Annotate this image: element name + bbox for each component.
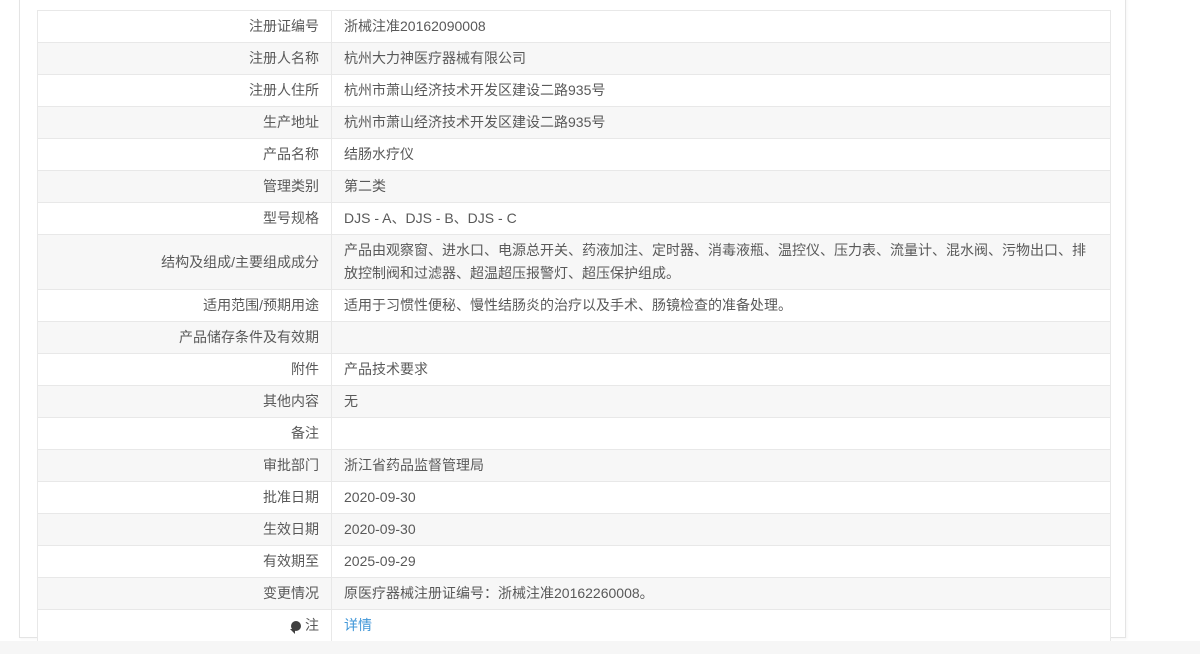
row-value: 结肠水疗仪 <box>331 138 1111 171</box>
row-value: 杭州大力神医疗器械有限公司 <box>331 42 1111 75</box>
table-row: 变更情况 原医疗器械注册证编号：浙械注准20162260008。 <box>37 577 1111 610</box>
page-bottom-strip <box>0 641 1200 654</box>
row-label: 注册证编号 <box>37 10 332 43</box>
table-row: 批准日期 2020-09-30 <box>37 481 1111 514</box>
row-label: 有效期至 <box>37 545 332 578</box>
page: 注册证编号 浙械注准20162090008 注册人名称 杭州大力神医疗器械有限公司 注册… <box>0 0 1200 654</box>
table-row: 注册人住所 杭州市萧山经济技术开发区建设二路935号 <box>37 74 1111 107</box>
row-value: 原医疗器械注册证编号：浙械注准20162260008。 <box>331 577 1111 610</box>
table-row: 注册证编号 浙械注准20162090008 <box>37 10 1111 43</box>
row-value: DJS - A、DJS - B、DJS - C <box>331 202 1111 235</box>
row-value: 2020-09-30 <box>331 513 1111 546</box>
row-value <box>331 321 1111 354</box>
table-row: 备注 <box>37 417 1111 450</box>
table-row: 其他内容无 <box>37 385 1111 418</box>
detail-link[interactable]: 详情 <box>344 617 372 633</box>
row-value: 第二类 <box>331 170 1111 203</box>
table-row: 注 详情 <box>37 609 1111 642</box>
table-row: 产品名称 结肠水疗仪 <box>37 138 1111 171</box>
row-value: 无 <box>331 385 1111 418</box>
row-label: 变更情况 <box>37 577 332 610</box>
note-balloon-icon <box>290 621 301 634</box>
row-value: 详情 <box>331 609 1111 642</box>
row-value: 2020-09-30 <box>331 481 1111 514</box>
table-row: 生产地址 杭州市萧山经济技术开发区建设二路935号 <box>37 106 1111 139</box>
row-label: 注册人住所 <box>37 74 332 107</box>
row-label: 备注 <box>37 417 332 450</box>
table-row: 附件 产品技术要求 <box>37 353 1111 386</box>
table-row: 型号规格 DJS - A、DJS - B、DJS - C <box>37 202 1111 235</box>
table-row: 有效期至 2025-09-29 <box>37 545 1111 578</box>
row-label: 生产地址 <box>37 106 332 139</box>
row-value: 产品由观察窗、进水口、电源总开关、药液加注、定时器、消毒液瓶、温控仪、压力表、流… <box>331 234 1111 290</box>
row-label: 型号规格 <box>37 202 332 235</box>
table-row: 管理类别 第二类 <box>37 170 1111 203</box>
row-value: 浙江省药品监督管理局 <box>331 449 1111 482</box>
row-label: 结构及组成/主要组成成分 <box>37 234 332 290</box>
row-label: 注 <box>37 609 332 642</box>
row-label: 产品名称 <box>37 138 332 171</box>
row-label: 产品储存条件及有效期 <box>37 321 332 354</box>
row-label: 适用范围/预期用途 <box>37 289 332 322</box>
row-label-text: 注 <box>305 617 319 633</box>
table-body: 注册证编号 浙械注准20162090008 注册人名称 杭州大力神医疗器械有限公司 注册… <box>37 10 1111 642</box>
row-label: 附件 <box>37 353 332 386</box>
row-label: 管理类别 <box>37 170 332 203</box>
registration-info-table: 注册证编号 浙械注准20162090008 注册人名称 杭州大力神医疗器械有限公司 注册… <box>37 10 1111 642</box>
table-row: 产品储存条件及有效期 <box>37 321 1111 354</box>
row-value: 产品技术要求 <box>331 353 1111 386</box>
row-label: 生效日期 <box>37 513 332 546</box>
row-value: 2025-09-29 <box>331 545 1111 578</box>
table-row: 生效日期 2020-09-30 <box>37 513 1111 546</box>
row-value: 杭州市萧山经济技术开发区建设二路935号 <box>331 74 1111 107</box>
row-label: 注册人名称 <box>37 42 332 75</box>
row-label: 审批部门 <box>37 449 332 482</box>
row-label: 批准日期 <box>37 481 332 514</box>
row-value: 杭州市萧山经济技术开发区建设二路935号 <box>331 106 1111 139</box>
row-value: 浙械注准20162090008 <box>331 10 1111 43</box>
content-panel: 注册证编号 浙械注准20162090008 注册人名称 杭州大力神医疗器械有限公司 注册… <box>19 0 1126 642</box>
row-value: 适用于习惯性便秘、慢性结肠炎的治疗以及手术、肠镜检查的准备处理。 <box>331 289 1111 322</box>
row-value <box>331 417 1111 450</box>
table-row: 结构及组成/主要组成成分 产品由观察窗、进水口、电源总开关、药液加注、定时器、消毒… <box>37 234 1111 290</box>
row-label: 其他内容 <box>37 385 332 418</box>
table-row: 注册人名称 杭州大力神医疗器械有限公司 <box>37 42 1111 75</box>
table-row: 适用范围/预期用途 适用于习惯性便秘、慢性结肠炎的治疗以及手术、肠镜检查的准备处理… <box>37 289 1111 322</box>
table-row: 审批部门 浙江省药品监督管理局 <box>37 449 1111 482</box>
